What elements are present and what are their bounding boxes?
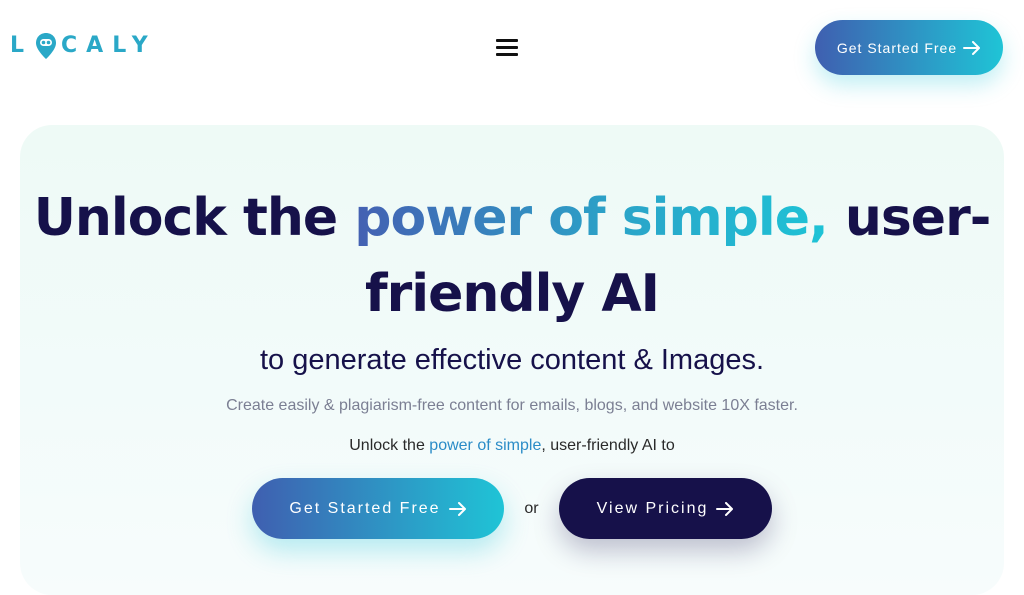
hamburger-menu-icon[interactable] <box>496 39 518 57</box>
headline-start: Unlock the <box>33 188 355 248</box>
logo-text-left: L <box>10 33 34 58</box>
headline-highlight: power of simple, <box>354 188 828 248</box>
get-started-button[interactable]: Get Started Free <box>252 478 504 539</box>
typed-line-highlight: power of simple <box>429 437 542 454</box>
hero-description: Create easily & plagiarism-free content … <box>226 397 798 414</box>
header-get-started-button[interactable]: Get Started Free <box>815 20 1003 75</box>
arrow-right-icon <box>963 40 981 55</box>
hero-typed-line: Unlock the power of simple, user-friendl… <box>0 437 1024 455</box>
get-started-label: Get Started Free <box>289 499 441 517</box>
hero-headline: Unlock the power of simple, user-friendl… <box>0 180 1024 332</box>
arrow-right-icon <box>716 501 734 516</box>
view-pricing-label: View Pricing <box>596 499 709 517</box>
typed-line-start: Unlock the <box>349 437 430 454</box>
hero-subheadline: to generate effective content & Images. <box>259 344 765 376</box>
map-pin-icon <box>36 33 57 59</box>
arrow-right-icon <box>448 501 466 516</box>
header-get-started-label: Get Started Free <box>836 39 958 56</box>
or-separator: or <box>524 499 539 517</box>
logo-text-right: CALY <box>61 33 157 58</box>
hero-cta-row: Get Started Free or View Pricing <box>252 478 772 539</box>
logo[interactable]: L CALY <box>10 32 157 60</box>
typed-line-end: , user-friendly AI to <box>541 437 675 454</box>
view-pricing-button[interactable]: View Pricing <box>559 478 772 539</box>
